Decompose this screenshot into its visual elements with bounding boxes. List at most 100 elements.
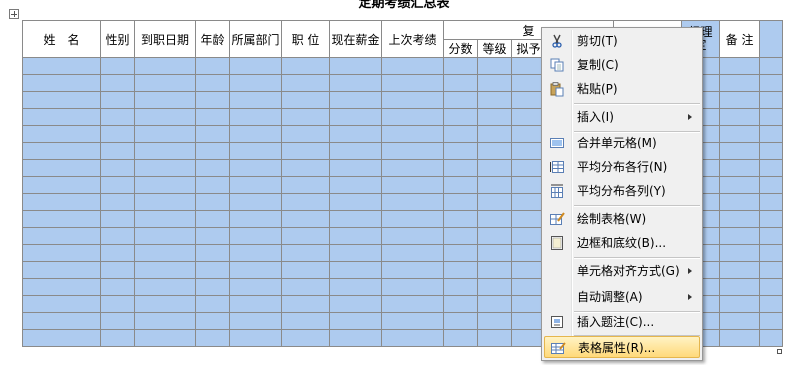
table-cell[interactable] [229,57,282,75]
table-resize-handle-icon[interactable] [777,349,782,354]
table-cell[interactable] [477,176,512,194]
header-last-review[interactable]: 上次考绩 [381,20,444,58]
table-cell[interactable] [719,57,761,75]
table-cell[interactable] [759,278,784,296]
table-cell[interactable] [759,159,784,177]
table-cell[interactable] [100,57,135,75]
table-cell[interactable] [100,210,135,228]
table-cell[interactable] [22,312,101,330]
table-cell[interactable] [443,261,478,279]
table-cell[interactable] [381,108,444,126]
table-cell[interactable] [329,193,382,211]
table-cell[interactable] [719,261,761,279]
table-cell[interactable] [381,227,444,245]
table-cell[interactable] [381,261,444,279]
table-cell[interactable] [22,57,101,75]
table-cell[interactable] [195,57,230,75]
table-cell[interactable] [22,142,101,160]
header-name[interactable]: 姓 名 [22,20,101,58]
table-cell[interactable] [134,159,196,177]
table-cell[interactable] [477,295,512,313]
table-cell[interactable] [443,74,478,92]
table-cell[interactable] [229,261,282,279]
table-cell[interactable] [229,193,282,211]
table-cell[interactable] [281,193,330,211]
menu-item-cell-alignment[interactable]: 单元格对齐方式(G) [544,260,700,282]
menu-item-draw-table[interactable]: 绘制表格(W) [544,208,700,230]
table-cell[interactable] [134,329,196,347]
header-score[interactable]: 分数 [443,39,478,58]
table-cell[interactable] [381,176,444,194]
table-cell[interactable] [195,329,230,347]
table-cell[interactable] [477,227,512,245]
table-cell[interactable] [759,57,784,75]
table-cell[interactable] [759,210,784,228]
table-cell[interactable] [759,108,784,126]
header-remarks[interactable]: 备 注 [719,20,761,58]
table-cell[interactable] [22,176,101,194]
table-cell[interactable] [329,57,382,75]
table-cell[interactable] [195,108,230,126]
table-cell[interactable] [195,312,230,330]
table-cell[interactable] [134,227,196,245]
table-cell[interactable] [229,91,282,109]
table-cell[interactable] [759,329,784,347]
table-cell[interactable] [719,227,761,245]
table-cell[interactable] [759,176,784,194]
table-cell[interactable] [443,91,478,109]
table-cell[interactable] [100,142,135,160]
table-cell[interactable] [443,193,478,211]
table-cell[interactable] [719,210,761,228]
table-cell[interactable] [443,278,478,296]
table-cell[interactable] [381,91,444,109]
table-cell[interactable] [329,295,382,313]
table-cell[interactable] [329,176,382,194]
table-cell[interactable] [381,244,444,262]
table-cell[interactable] [759,261,784,279]
header-hire-date[interactable]: 到职日期 [134,20,196,58]
table-cell[interactable] [759,295,784,313]
table-cell[interactable] [100,193,135,211]
table-cell[interactable] [329,244,382,262]
table-cell[interactable] [229,227,282,245]
table-cell[interactable] [195,244,230,262]
table-cell[interactable] [281,244,330,262]
table-cell[interactable] [329,159,382,177]
table-cell[interactable] [134,91,196,109]
table-cell[interactable] [381,210,444,228]
table-cell[interactable] [477,312,512,330]
table-cell[interactable] [443,329,478,347]
menu-item-insert-caption[interactable]: 插入题注(C)... [544,311,700,333]
table-cell[interactable] [719,244,761,262]
table-cell[interactable] [229,210,282,228]
table-cell[interactable] [229,278,282,296]
table-cell[interactable] [719,91,761,109]
table-cell[interactable] [477,159,512,177]
header-extra[interactable] [759,20,784,58]
table-cell[interactable] [134,176,196,194]
menu-item-insert[interactable]: 插入(I) [544,106,700,128]
menu-item-distribute-rows[interactable]: 平均分布各行(N) [544,156,700,178]
table-cell[interactable] [477,91,512,109]
table-cell[interactable] [477,125,512,143]
table-cell[interactable] [134,210,196,228]
table-cell[interactable] [719,329,761,347]
table-cell[interactable] [759,312,784,330]
table-cell[interactable] [381,312,444,330]
table-cell[interactable] [281,74,330,92]
table-move-handle-icon[interactable] [9,9,19,19]
table-cell[interactable] [329,108,382,126]
table-cell[interactable] [329,91,382,109]
table-cell[interactable] [281,295,330,313]
table-cell[interactable] [195,125,230,143]
table-cell[interactable] [443,244,478,262]
menu-item-cut[interactable]: 剪切(T) [544,30,700,52]
menu-item-distribute-columns[interactable]: 平均分布各列(Y) [544,180,700,202]
table-cell[interactable] [759,142,784,160]
table-cell[interactable] [195,91,230,109]
table-cell[interactable] [281,278,330,296]
menu-item-merge-cells[interactable]: 合并单元格(M) [544,132,700,154]
table-cell[interactable] [329,74,382,92]
table-cell[interactable] [281,261,330,279]
table-cell[interactable] [381,278,444,296]
